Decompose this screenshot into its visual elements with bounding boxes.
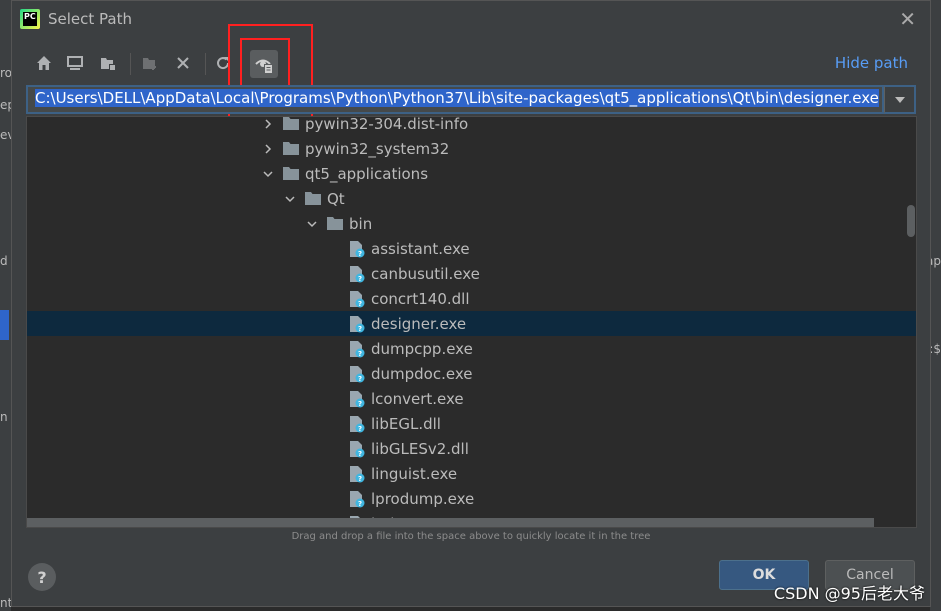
tree-row-label: pywin32_system32 xyxy=(305,139,450,158)
drag-drop-hint: Drag and drop a file into the space abov… xyxy=(291,531,651,542)
chevron-down-icon[interactable] xyxy=(260,166,276,182)
svg-text:?: ? xyxy=(358,400,362,408)
chevron-down-icon[interactable] xyxy=(282,191,298,207)
horizontal-scrollbar-thumb[interactable] xyxy=(27,518,874,527)
tree-row-label: libGLESv2.dll xyxy=(371,439,469,458)
path-history-dropdown[interactable] xyxy=(884,85,916,114)
unknown-file-icon: ? xyxy=(348,340,366,358)
desktop-directory-button[interactable] xyxy=(63,51,87,75)
folder-icon xyxy=(304,190,322,208)
home-directory-button[interactable] xyxy=(32,51,56,75)
tree-file-row[interactable]: ? canbusutil.exe xyxy=(27,261,916,286)
svg-text:?: ? xyxy=(358,300,362,308)
project-directory-button[interactable] xyxy=(96,51,120,75)
folder-icon xyxy=(282,117,300,133)
svg-text:?: ? xyxy=(358,500,362,508)
show-hidden-files-button[interactable] xyxy=(250,50,278,78)
tree-row-label: lprodump.exe xyxy=(371,489,475,508)
tree-file-row[interactable]: ? designer.exe xyxy=(27,311,916,336)
svg-text:?: ? xyxy=(358,250,362,258)
hide-path-link[interactable]: Hide path xyxy=(835,54,908,72)
refresh-button[interactable] xyxy=(211,51,235,75)
tree-file-row[interactable]: ? lprodump.exe xyxy=(27,486,916,511)
folder-icon xyxy=(326,215,344,233)
unknown-file-icon: ? xyxy=(348,440,366,458)
chevron-right-icon[interactable] xyxy=(260,117,276,132)
toolbar: Hide path xyxy=(28,50,908,78)
tree-file-row[interactable]: ? linguist.exe xyxy=(27,461,916,486)
path-row: C:\Users\DELL\AppData\Local\Programs\Pyt… xyxy=(26,85,916,114)
tree-folder-row[interactable]: pywin32-304.dist-info xyxy=(27,116,916,136)
tree-folder-row[interactable]: bin xyxy=(27,211,916,236)
unknown-file-icon: ? xyxy=(348,390,366,408)
unknown-file-icon: ? xyxy=(348,365,366,383)
tree-folder-row[interactable]: qt5_applications xyxy=(27,161,916,186)
tree-row-label: canbusutil.exe xyxy=(371,264,480,283)
tree-row-label: libEGL.dll xyxy=(371,414,441,433)
close-icon[interactable]: ✕ xyxy=(899,7,916,31)
select-path-dialog: PC Select Path ✕ Hide path C:\Users\DELL… xyxy=(11,0,931,607)
unknown-file-icon: ? xyxy=(348,265,366,283)
show-hidden-files-icon xyxy=(255,59,272,73)
svg-text:?: ? xyxy=(358,375,362,383)
tree-row-label: Qt xyxy=(327,189,345,208)
tree-file-row[interactable]: ? dumpdoc.exe xyxy=(27,361,916,386)
delete-button[interactable] xyxy=(171,51,195,75)
chevron-down-icon xyxy=(894,96,905,103)
tree-row-label: lconvert.exe xyxy=(371,389,464,408)
vertical-scrollbar-thumb[interactable] xyxy=(907,205,915,237)
tree-file-row[interactable]: ? assistant.exe xyxy=(27,236,916,261)
svg-text:?: ? xyxy=(358,350,362,358)
tree-folder-row[interactable]: pywin32_system32 xyxy=(27,136,916,161)
tree-file-row[interactable]: ? libGLESv2.dll xyxy=(27,436,916,461)
svg-text:?: ? xyxy=(358,450,362,458)
tree-file-row[interactable]: ? dumpcpp.exe xyxy=(27,336,916,361)
folder-icon xyxy=(282,140,300,158)
project-folder-icon xyxy=(101,58,115,70)
help-button[interactable]: ? xyxy=(28,563,56,591)
tree-row-label: assistant.exe xyxy=(371,239,470,258)
tree-file-row[interactable]: ? lconvert.exe xyxy=(27,386,916,411)
file-tree[interactable]: pywin32-304.dist-info pywin32_system32 qt5… xyxy=(26,116,917,528)
svg-text:?: ? xyxy=(358,425,362,433)
svg-text:?: ? xyxy=(358,275,362,283)
tree-file-row[interactable]: ? libEGL.dll xyxy=(27,411,916,436)
refresh-icon xyxy=(217,57,230,70)
tree-file-row[interactable]: ? concrt140.dll xyxy=(27,286,916,311)
unknown-file-icon: ? xyxy=(348,490,366,508)
tree-row-label: designer.exe xyxy=(371,314,467,333)
home-icon xyxy=(37,56,51,70)
background-ide-right: ap :$ xyxy=(926,0,941,611)
path-input-value: C:\Users\DELL\AppData\Local\Programs\Pyt… xyxy=(35,89,879,107)
unknown-file-icon: ? xyxy=(348,465,366,483)
tree-row-label: dumpcpp.exe xyxy=(371,339,473,358)
tree-row-label: qt5_applications xyxy=(305,164,429,183)
tree-row-label: concrt140.dll xyxy=(371,289,470,308)
pycharm-app-icon: PC xyxy=(20,9,40,29)
delete-icon xyxy=(177,57,189,69)
chevron-down-icon[interactable] xyxy=(304,216,320,232)
tree-row-label: pywin32-304.dist-info xyxy=(305,116,469,133)
background-ide-left: ro ep ev d n ntation xyxy=(0,0,43,611)
tree-row-label: dumpdoc.exe xyxy=(371,364,473,383)
svg-text:?: ? xyxy=(358,325,362,333)
new-folder-icon xyxy=(143,58,156,70)
tree-row-label: linguist.exe xyxy=(371,464,458,483)
unknown-file-icon: ? xyxy=(348,315,366,333)
unknown-file-icon: ? xyxy=(348,415,366,433)
dialog-title: Select Path xyxy=(48,10,132,28)
desktop-icon xyxy=(67,56,83,70)
chevron-right-icon[interactable] xyxy=(260,141,276,157)
svg-text:?: ? xyxy=(358,475,362,483)
unknown-file-icon: ? xyxy=(348,240,366,258)
tree-folder-row[interactable]: Qt xyxy=(27,186,916,211)
new-folder-button[interactable] xyxy=(138,51,162,75)
csdn-watermark: CSDN @95后老大爷 xyxy=(773,584,925,603)
path-input[interactable]: C:\Users\DELL\AppData\Local\Programs\Pyt… xyxy=(26,85,884,114)
title-bar: PC Select Path ✕ xyxy=(12,1,930,39)
tree-row-label: bin xyxy=(349,214,373,233)
folder-icon xyxy=(282,165,300,183)
unknown-file-icon: ? xyxy=(348,290,366,308)
